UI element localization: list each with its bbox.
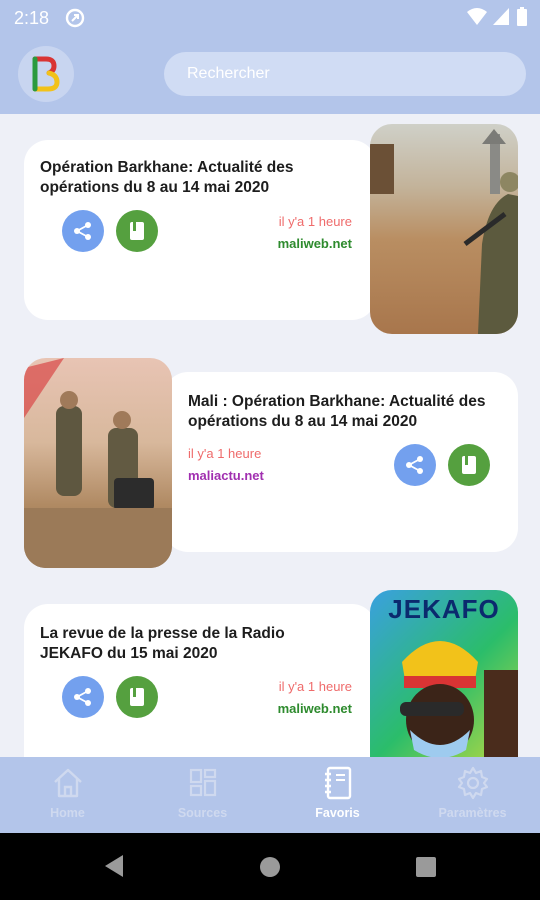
status-bar: 2:18: [0, 0, 540, 36]
article-title[interactable]: Opération Barkhane: Actualité des opérat…: [40, 158, 330, 198]
nav-label: Sources: [177, 806, 228, 820]
share-button[interactable]: [62, 676, 104, 718]
data-saver-icon: [64, 7, 86, 34]
battery-icon: [517, 7, 527, 32]
share-icon: [74, 688, 91, 706]
search-bar[interactable]: [164, 52, 526, 96]
article-source[interactable]: maliweb.net: [278, 701, 352, 716]
article-time: il y'a 1 heure: [188, 446, 262, 461]
recents-icon[interactable]: [415, 856, 437, 878]
favorites-list[interactable]: Opération Barkhane: Actualité des opérat…: [0, 114, 540, 757]
share-icon: [406, 456, 423, 474]
home-icon: [53, 768, 82, 798]
article-card[interactable]: La revue de la presse de la Radio JEKAFO…: [24, 604, 376, 757]
bookmark-book-icon: [462, 456, 476, 474]
search-input[interactable]: [164, 52, 526, 96]
system-navigation-bar: [0, 833, 540, 900]
article-image[interactable]: JEKAFO: [370, 590, 518, 757]
bookmark-book-icon: [130, 688, 144, 706]
gear-icon: [457, 766, 488, 800]
share-button[interactable]: [394, 444, 436, 486]
home-circle-icon[interactable]: [259, 856, 281, 878]
nav-item-favoris[interactable]: Favoris: [270, 757, 405, 833]
article-time: il y'a 1 heure: [278, 214, 352, 229]
app-bar: [0, 36, 540, 114]
share-icon: [74, 222, 91, 240]
article-title[interactable]: La revue de la presse de la Radio JEKAFO…: [40, 624, 330, 664]
article-title[interactable]: Mali : Opération Barkhane: Actualité des…: [188, 392, 504, 432]
nav-item-sources[interactable]: Sources: [135, 757, 270, 833]
grid-icon: [189, 768, 216, 797]
bookmark-book-icon: [130, 222, 144, 240]
app-logo[interactable]: [18, 46, 74, 102]
bottom-navigation: Home Sources Favoris Paramètres: [0, 757, 540, 833]
favorite-button[interactable]: [116, 210, 158, 252]
article-card[interactable]: Opération Barkhane: Actualité des opérat…: [24, 140, 376, 320]
status-time: 2:18: [14, 8, 50, 28]
article-image[interactable]: [24, 358, 172, 568]
article-image[interactable]: [370, 124, 518, 334]
article-card[interactable]: Mali : Opération Barkhane: Actualité des…: [164, 372, 518, 552]
back-icon[interactable]: [103, 854, 125, 878]
nav-label: Paramètres: [438, 806, 507, 820]
article-time: il y'a 1 heure: [278, 679, 352, 694]
favorite-button[interactable]: [116, 676, 158, 718]
nav-item-home[interactable]: Home: [0, 757, 135, 833]
wifi-icon: [466, 7, 488, 32]
share-button[interactable]: [62, 210, 104, 252]
favorite-button[interactable]: [448, 444, 490, 486]
logo-mark-icon: [32, 56, 60, 92]
nav-item-parametres[interactable]: Paramètres: [405, 757, 540, 833]
nav-label: Home: [50, 806, 85, 820]
nav-label: Favoris: [315, 806, 360, 820]
signal-icon: [492, 7, 510, 32]
notebook-icon: [324, 766, 351, 800]
article-source[interactable]: maliweb.net: [278, 236, 352, 251]
article-source[interactable]: maliactu.net: [188, 468, 264, 483]
